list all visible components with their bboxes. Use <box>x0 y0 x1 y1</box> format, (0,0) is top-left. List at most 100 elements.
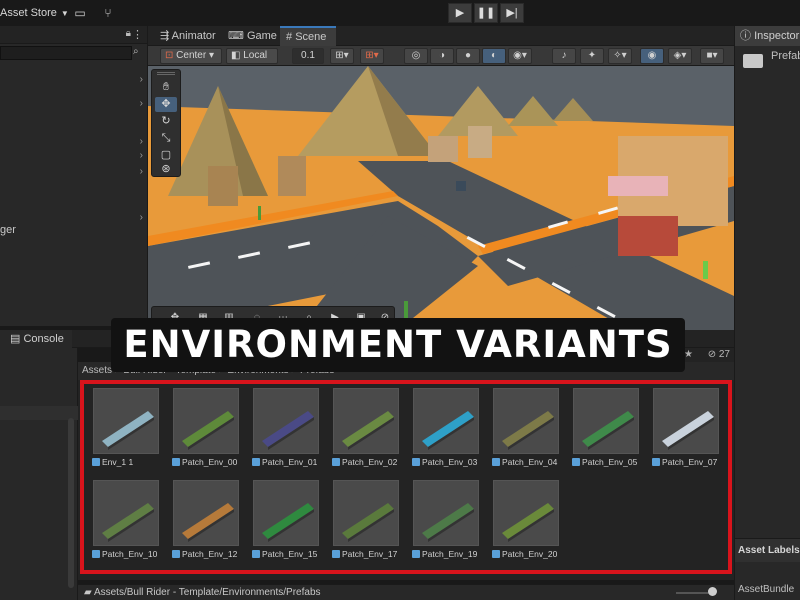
move-icon: ✥ <box>161 98 171 110</box>
hierarchy-search-input[interactable] <box>0 46 132 60</box>
pivot-rotation-value: Local <box>243 50 268 61</box>
expand-arrow-icon[interactable]: › <box>140 212 143 223</box>
audio-toggle[interactable]: ♪ <box>552 48 576 64</box>
play-icon: ▶ <box>455 7 465 19</box>
rotate-tool-button[interactable]: ↻ <box>155 114 177 129</box>
camera-dropdown[interactable]: ■▾ <box>700 48 724 64</box>
fx-icon: ✦ <box>587 50 597 61</box>
branch-icon[interactable]: ⑂ <box>100 5 116 21</box>
asset-bundle-label: AssetBundle <box>738 584 795 595</box>
expand-arrow-icon[interactable]: › <box>140 150 143 161</box>
audio-mute-icon: ♪ <box>561 50 567 61</box>
folder-icon: ▰ <box>84 587 92 598</box>
wireframe-icon: ◎ <box>411 50 421 61</box>
console-icon: ▤ <box>10 333 21 345</box>
layers-dropdown[interactable]: ◈▾ <box>668 48 692 64</box>
sphere-icon: ● <box>464 50 472 61</box>
scene-viewport[interactable]: ✋︎ ✥ ↻ ⤡ ▢ ⊛ ✥ ▦ ▥ ◌ ⋯ ⌕ ▶ ▣ ⊘ <box>148 66 734 330</box>
expand-arrow-icon[interactable]: › <box>140 166 143 177</box>
shading-wireframe-button[interactable]: ◎ <box>404 48 428 64</box>
snap-value-field[interactable]: 0.1 <box>292 48 324 64</box>
effects-dropdown[interactable]: ✧▾ <box>608 48 632 64</box>
hierarchy-item[interactable]: ger <box>0 224 16 236</box>
pivot-rotation-dropdown[interactable]: ◧ Local ▾ <box>226 48 278 75</box>
folder-icon <box>743 54 763 68</box>
tree-row-selected[interactable] <box>0 406 78 420</box>
kebab-menu-icon[interactable]: ⋮ <box>132 28 143 41</box>
draw-mode-dropdown[interactable]: ◉▾ <box>508 48 532 64</box>
tab-label: Inspector <box>754 30 800 42</box>
scene-toolbar: ⊡ Center ▾ ◧ Local ▾ 0.1 ⊞▾ ⊞▾ ◎ ◑ ● ◐ ◉… <box>148 46 734 75</box>
grid-icon: # <box>286 31 293 43</box>
expand-arrow-icon[interactable]: › <box>140 74 143 85</box>
visibility-toggle[interactable]: ◉ <box>640 48 664 64</box>
expand-arrow-icon[interactable]: › <box>140 136 143 147</box>
title-banner: ENVIRONMENT VARIANTS <box>111 318 685 372</box>
hand-icon: ✋︎ <box>162 81 170 93</box>
tab-console[interactable]: ▤ Console <box>0 330 72 348</box>
camera-icon: ■▾ <box>706 50 718 61</box>
increment-snap-button[interactable]: ⊞▾ <box>360 48 384 64</box>
highlight-frame <box>80 380 732 574</box>
selected-path: Assets/Bull Rider - Template/Environment… <box>93 587 321 598</box>
folder-tree-scrollbar[interactable] <box>68 418 74 588</box>
expand-arrow-icon[interactable]: › <box>140 98 143 109</box>
package-icon[interactable]: ▭ <box>72 5 88 21</box>
scale-tool-button[interactable]: ⤡ <box>155 131 177 146</box>
asset-store-label: Asset Store <box>0 7 57 19</box>
rotate-icon: ↻ <box>161 115 171 127</box>
snap-icon: ⊞▾ <box>365 50 379 61</box>
grid-snap-button[interactable]: ⊞▾ <box>330 48 354 64</box>
pivot-mode-dropdown[interactable]: ⊡ Center ▾ <box>160 48 222 64</box>
slider-handle[interactable] <box>708 587 717 596</box>
project-options-bar: ★ ⊘ 27 <box>680 348 734 362</box>
effects-icon: ✧▾ <box>613 50 627 61</box>
tab-label: Scene <box>295 31 327 43</box>
desert-scene <box>148 66 734 330</box>
tab-label: Game <box>246 30 277 42</box>
hand-tool-button[interactable]: ✋︎ <box>155 80 177 95</box>
half-sphere-icon: ◑ <box>438 50 446 61</box>
lock-icon[interactable]: 🔒︎ <box>126 28 131 39</box>
pause-button[interactable]: ❚❚ <box>474 3 498 23</box>
pivot-icon: ⊡ <box>165 50 174 61</box>
info-icon: ⓘ <box>740 30 751 42</box>
asset-labels-header[interactable]: Asset Labels <box>735 538 800 562</box>
hierarchy-panel: 🔒︎ ⋮ ⌕ › › › › › › ger <box>0 26 148 326</box>
transform-tool-button[interactable]: ⊛ <box>155 162 177 177</box>
lit-sphere-icon: ◐ <box>490 50 498 61</box>
tab-animator[interactable]: ⇶ Animator <box>154 26 222 46</box>
eye-slash-icon: ⊘ <box>707 349 717 360</box>
tab-game[interactable]: ⌨ Game <box>222 26 283 46</box>
project-folder-tree <box>0 348 78 600</box>
pause-icon: ❚❚ <box>476 7 496 19</box>
shading-lit-button[interactable]: ◐ <box>482 48 506 64</box>
transform-tools-panel: ✋︎ ✥ ↻ ⤡ ▢ ⊛ <box>151 69 181 177</box>
move-tool-button[interactable]: ✥ <box>155 97 177 112</box>
eye-icon: ◉ <box>647 50 657 61</box>
step-button[interactable]: ▶| <box>500 3 524 23</box>
pivot-mode-value: Center <box>176 50 207 61</box>
rect-icon: ▢ <box>160 149 172 161</box>
rect-tool-button[interactable]: ▢ <box>155 148 177 163</box>
dropdown-caret-icon: ▼ <box>60 8 69 18</box>
fx-toggle[interactable]: ✦ <box>580 48 604 64</box>
scale-icon: ⤡ <box>161 132 171 144</box>
grid-snap-icon: ⊞▾ <box>335 50 349 61</box>
search-icon[interactable]: ⌕ <box>133 46 139 57</box>
shading-half-button[interactable]: ◑ <box>430 48 454 64</box>
tab-scene[interactable]: # Scene <box>280 26 336 46</box>
star-icon[interactable]: ★ <box>684 348 693 362</box>
local-icon: ◧ <box>231 50 241 61</box>
drag-handle[interactable] <box>157 72 175 75</box>
gamepad-icon: ⌨ <box>228 30 244 42</box>
shading-shaded-button[interactable]: ● <box>456 48 480 64</box>
snap-value: 0.1 <box>301 50 315 61</box>
play-button[interactable]: ▶ <box>448 3 472 23</box>
draw-mode-icon: ◉▾ <box>513 50 527 61</box>
asset-store-dropdown[interactable]: Asset Store ▼ <box>0 5 69 21</box>
hidden-count[interactable]: ⊘ 27 <box>708 348 730 362</box>
step-icon: ▶| <box>506 7 518 19</box>
tab-label: Animator <box>171 30 216 42</box>
tab-inspector[interactable]: ⓘ Inspector <box>735 26 800 46</box>
